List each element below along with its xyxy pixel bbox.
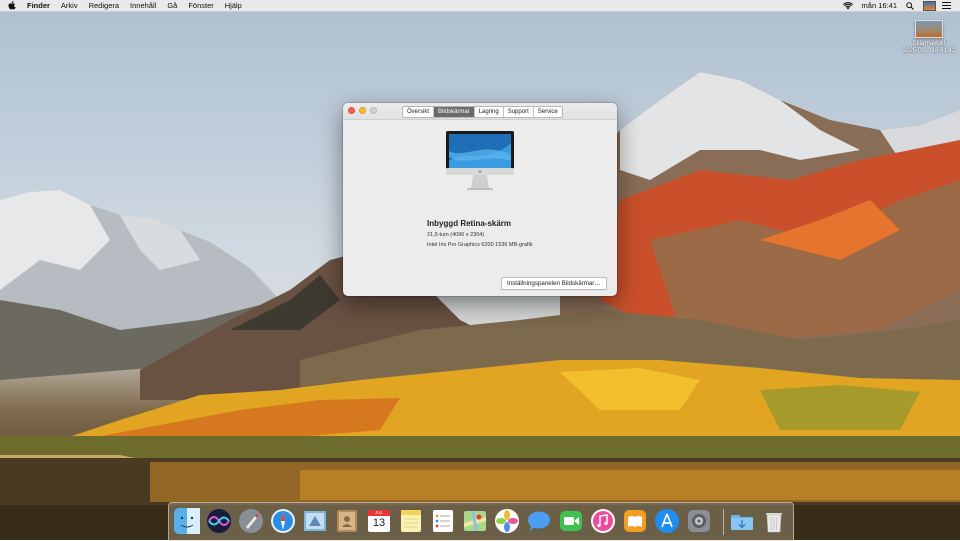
tab-lagring[interactable]: Lagring xyxy=(475,107,504,117)
menu-redigera[interactable]: Redigera xyxy=(89,1,119,10)
graphics-info: Intel Iris Pro Graphics 6200 1536 MB-gra… xyxy=(427,242,533,248)
menu-ga[interactable]: Gå xyxy=(167,1,177,10)
system-preferences-icon[interactable] xyxy=(686,508,712,534)
menu-list-icon[interactable] xyxy=(942,2,951,9)
window-controls xyxy=(348,107,381,114)
facetime-icon[interactable] xyxy=(558,508,584,534)
imac-display-icon xyxy=(446,131,514,196)
dock: JUL 13 xyxy=(168,502,794,541)
menu-bar: Finder Arkiv Redigera Innehåll Gå Fönste… xyxy=(0,0,960,12)
calendar-month: JUL xyxy=(374,510,383,515)
zoom-button xyxy=(370,107,377,114)
display-size: 21,5-tum (4096 x 2304) xyxy=(427,232,485,238)
about-this-mac-window: Översikt Bildskärmar Lagring Support Ser… xyxy=(343,103,617,296)
mail-icon[interactable] xyxy=(302,508,328,534)
downloads-folder-icon[interactable] xyxy=(729,508,755,534)
reminders-icon[interactable] xyxy=(430,508,456,534)
menu-innehall[interactable]: Innehåll xyxy=(130,1,156,10)
menu-arkiv[interactable]: Arkiv xyxy=(61,1,78,10)
photos-icon[interactable] xyxy=(494,508,520,534)
tab-oversikt[interactable]: Översikt xyxy=(403,107,435,117)
tab-bildskarmar[interactable]: Bildskärmar xyxy=(434,107,475,117)
segmented-tabs: Översikt Bildskärmar Lagring Support Ser… xyxy=(402,106,563,118)
close-button[interactable] xyxy=(348,107,355,114)
messages-icon[interactable] xyxy=(526,508,552,534)
finder-icon[interactable] xyxy=(174,508,200,534)
desktop-screenshot-file[interactable]: Skärmavbild 2025-08-.. 16.41.42 xyxy=(900,20,958,55)
trash-icon[interactable] xyxy=(761,508,787,534)
window-titlebar[interactable]: Översikt Bildskärmar Lagring Support Ser… xyxy=(343,103,617,120)
clock[interactable]: mån 16:41 xyxy=(862,1,897,10)
menu-hjalp[interactable]: Hjälp xyxy=(225,1,242,10)
screenshot-thumbnail xyxy=(915,20,943,38)
menu-finder[interactable]: Finder xyxy=(27,1,50,10)
minimize-button[interactable] xyxy=(359,107,366,114)
itunes-icon[interactable] xyxy=(590,508,616,534)
tab-support[interactable]: Support xyxy=(504,107,534,117)
dock-separator xyxy=(723,509,724,535)
display-name: Inbyggd Retina-skärm xyxy=(427,219,512,228)
user-avatar[interactable] xyxy=(923,0,936,11)
calendar-day: 13 xyxy=(372,517,386,529)
ibooks-icon[interactable] xyxy=(622,508,648,534)
file-label-line1: Skärmavbild xyxy=(912,41,946,47)
menu-fonster[interactable]: Fönster xyxy=(188,1,213,10)
file-label-line2: 2025-08-.. 16.41.42 xyxy=(902,48,956,54)
launchpad-icon[interactable] xyxy=(238,508,264,534)
apple-logo-icon[interactable] xyxy=(8,1,18,11)
siri-icon[interactable] xyxy=(206,508,232,534)
safari-icon[interactable] xyxy=(270,508,296,534)
notes-icon[interactable] xyxy=(398,508,424,534)
contacts-icon[interactable] xyxy=(334,508,360,534)
calendar-icon[interactable]: JUL 13 xyxy=(366,508,392,534)
search-icon[interactable] xyxy=(906,1,914,10)
tab-service[interactable]: Service xyxy=(534,107,562,117)
display-preferences-button[interactable]: Inställningspanelen Bildskärmar… xyxy=(501,277,607,290)
app-store-icon[interactable] xyxy=(654,508,680,534)
wifi-icon[interactable] xyxy=(842,1,853,10)
maps-icon[interactable] xyxy=(462,508,488,534)
